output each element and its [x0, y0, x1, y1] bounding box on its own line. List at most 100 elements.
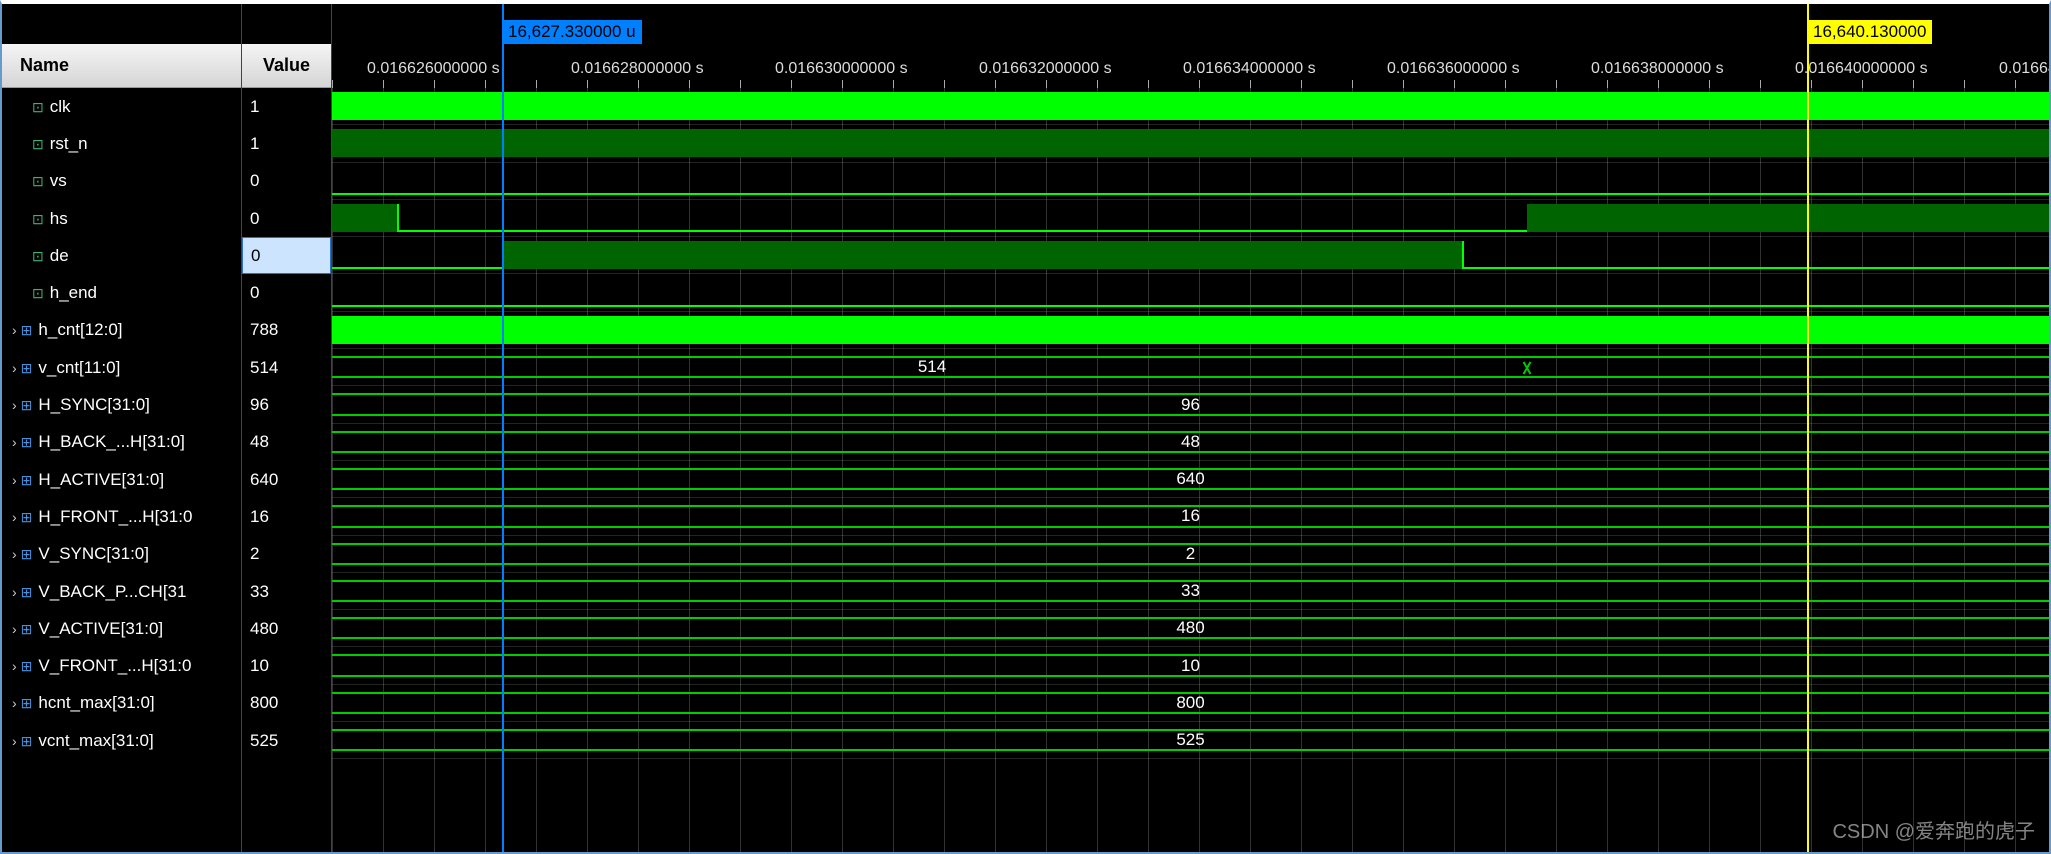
signal-value-row[interactable]: 1 — [242, 125, 331, 162]
signal-name-row[interactable]: H_FRONT_...H[31:0 — [2, 498, 241, 535]
bus-icon — [21, 544, 39, 564]
ruler-minor-tick — [638, 80, 639, 88]
signal-value-row[interactable]: 2 — [242, 536, 331, 573]
signal-name-row[interactable]: hcnt_max[31:0] — [2, 685, 241, 722]
ruler-minor-tick — [1811, 80, 1812, 88]
ruler-tick-label: 0.016640000000 s — [1795, 60, 1928, 78]
ruler-minor-tick — [1607, 80, 1608, 88]
signal-value-row[interactable]: 0 — [242, 163, 331, 200]
wave-pane[interactable]: 16,627.330000 u 16,640.130000 0.01662600… — [332, 4, 2049, 852]
ruler-minor-tick — [332, 80, 333, 88]
cursor-blue[interactable] — [502, 4, 504, 852]
signal-name-row[interactable]: h_end — [2, 274, 241, 311]
signal-name-row[interactable]: clk — [2, 88, 241, 125]
signal-name-row[interactable]: hs — [2, 200, 241, 237]
bus-value-label: 480 — [1176, 618, 1204, 638]
signal-value-row[interactable]: 640 — [242, 461, 331, 498]
waves-area[interactable]: 514 964864016233 480 10 800 525 — [332, 88, 2049, 852]
signal-name-row[interactable]: de — [2, 237, 241, 274]
signal-value-row[interactable]: 525 — [242, 722, 331, 759]
signal-value-row[interactable]: 33 — [242, 573, 331, 610]
ruler-minor-tick — [1148, 80, 1149, 88]
time-ruler[interactable]: 0.016626000000 s0.016628000000 s0.016630… — [332, 44, 2049, 88]
signal-name-row[interactable]: H_BACK_...H[31:0] — [2, 424, 241, 461]
wave-row[interactable]: 514 — [332, 349, 2049, 386]
wave-row[interactable]: 96 — [332, 386, 2049, 423]
wave-row[interactable]: 525 — [332, 722, 2049, 759]
name-header[interactable]: Name — [2, 44, 241, 88]
signal-name-row[interactable]: h_cnt[12:0] — [2, 312, 241, 349]
signal-value-row[interactable]: 10 — [242, 647, 331, 684]
wave-row[interactable]: 2 — [332, 536, 2049, 573]
ruler-minor-tick — [1913, 80, 1914, 88]
ruler-minor-tick — [536, 80, 537, 88]
wave-segment — [1462, 267, 2049, 269]
ruler-minor-tick — [944, 80, 945, 88]
bus-icon — [21, 656, 39, 676]
signal-name-row[interactable]: H_SYNC[31:0] — [2, 386, 241, 423]
wave-row[interactable]: 480 — [332, 610, 2049, 647]
scalar-icon — [32, 246, 50, 266]
bus-value-label: 10 — [1181, 656, 1200, 676]
scalar-icon — [32, 134, 50, 154]
wave-row[interactable] — [332, 312, 2049, 349]
signal-value-row[interactable]: 16 — [242, 498, 331, 535]
wave-row[interactable]: 33 — [332, 573, 2049, 610]
signal-name-label: V_FRONT_...H[31:0 — [38, 656, 191, 676]
wave-row[interactable] — [332, 237, 2049, 274]
signal-name-row[interactable]: vcnt_max[31:0] — [2, 722, 241, 759]
value-header-label: Value — [263, 55, 310, 76]
signal-value-row[interactable]: 0 — [242, 200, 331, 237]
wave-row[interactable] — [332, 88, 2049, 125]
wave-row[interactable]: 640 — [332, 461, 2049, 498]
signal-name-row[interactable]: V_SYNC[31:0] — [2, 536, 241, 573]
value-header[interactable]: Value — [242, 44, 331, 88]
signal-name-label: vs — [50, 171, 67, 191]
bus-value-label: 800 — [1176, 693, 1204, 713]
signal-name-label: H_ACTIVE[31:0] — [38, 470, 164, 490]
wave-segment — [332, 92, 2049, 120]
wave-segment — [332, 129, 2049, 157]
cursor-blue-label[interactable]: 16,627.330000 u — [502, 20, 642, 44]
signal-value-row[interactable]: 1 — [242, 88, 331, 125]
signal-value-row[interactable]: 800 — [242, 685, 331, 722]
wave-row[interactable]: 800 — [332, 685, 2049, 722]
signal-name-row[interactable]: v_cnt[11:0] — [2, 349, 241, 386]
bus-value-label: 514 — [918, 357, 946, 377]
wave-row[interactable]: 48 — [332, 424, 2049, 461]
cursor-yellow-label[interactable]: 16,640.130000 — [1807, 20, 1932, 44]
signal-name-row[interactable]: V_FRONT_...H[31:0 — [2, 647, 241, 684]
signal-value-row[interactable]: 514 — [242, 349, 331, 386]
wave-segment — [397, 230, 1527, 232]
signal-value-row[interactable]: 0 — [242, 274, 331, 311]
signal-name-row[interactable]: rst_n — [2, 125, 241, 162]
signal-name-list: clk rst_nvs hsdeh_endh_cnt[12:0]v_cnt[11:0… — [2, 88, 241, 759]
bus-transition-icon — [1520, 355, 1534, 379]
wave-row[interactable] — [332, 163, 2049, 200]
cursor-yellow[interactable] — [1807, 4, 1809, 852]
signal-name-row[interactable]: V_BACK_P...CH[31 — [2, 573, 241, 610]
signal-name-row[interactable]: H_ACTIVE[31:0] — [2, 461, 241, 498]
signal-value-row[interactable]: 96 — [242, 386, 331, 423]
ruler-minor-tick — [1454, 80, 1455, 88]
signal-value-list: 11000078851496486401623348010800525 — [242, 88, 331, 759]
signal-name-row[interactable]: vs — [2, 163, 241, 200]
signal-value-row[interactable]: 480 — [242, 610, 331, 647]
signal-name-label: clk — [50, 97, 71, 117]
waveform-viewer: Name clk rst_nvs hsdeh_endh_cnt[12:0]v_cnt… — [0, 0, 2051, 854]
signal-value-row[interactable]: 788 — [242, 312, 331, 349]
signal-name-row[interactable]: V_ACTIVE[31:0] — [2, 610, 241, 647]
top-spacer — [2, 4, 241, 44]
wave-row[interactable] — [332, 274, 2049, 311]
signal-value-row[interactable]: 48 — [242, 424, 331, 461]
wave-row[interactable] — [332, 200, 2049, 237]
ruler-tick-label: 0.016636000000 s — [1387, 60, 1520, 78]
bus-icon — [21, 693, 39, 713]
wave-row[interactable] — [332, 125, 2049, 162]
wave-segment — [332, 316, 2049, 344]
ruler-minor-tick — [1046, 80, 1047, 88]
signal-value-row[interactable]: 0 — [242, 237, 331, 274]
ruler-minor-tick — [1505, 80, 1506, 88]
wave-row[interactable]: 16 — [332, 498, 2049, 535]
wave-row[interactable]: 10 — [332, 647, 2049, 684]
